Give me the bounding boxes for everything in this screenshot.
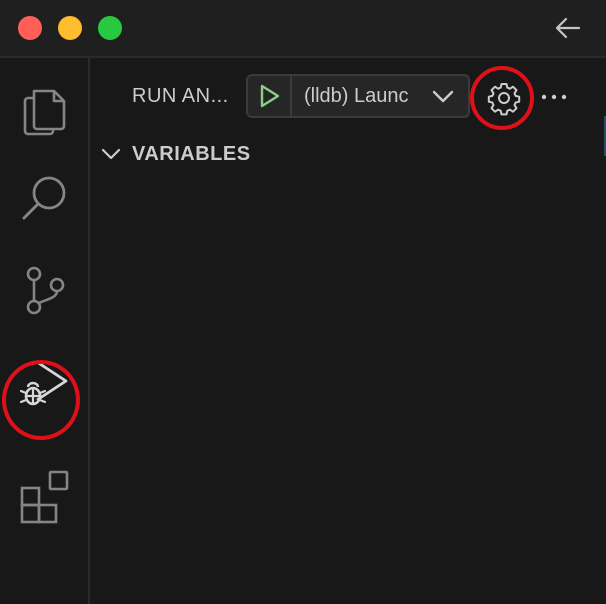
zoom-window-button[interactable] (98, 16, 122, 40)
vscode-window: RUN AN... (lldb) Launc VARIABLES (0, 0, 606, 604)
source-control-icon[interactable] (15, 258, 75, 318)
search-icon[interactable] (15, 168, 75, 228)
ellipsis-icon[interactable] (538, 84, 570, 110)
variables-section-title: VARIABLES (132, 143, 251, 165)
arrow-left-icon[interactable] (552, 12, 584, 44)
close-window-button[interactable] (18, 16, 42, 40)
chevron-down-icon[interactable] (432, 88, 454, 109)
files-icon[interactable] (15, 78, 75, 138)
sidebar-title: RUN AN... (132, 85, 229, 107)
run-and-debug-sidebar: RUN AN... (lldb) Launc VARIABLES (90, 58, 606, 604)
activity-bar (0, 58, 90, 604)
minimize-window-button[interactable] (58, 16, 82, 40)
launch-configuration-dropdown[interactable]: (lldb) Launc (246, 74, 470, 118)
launch-config-label[interactable]: (lldb) Launc (304, 85, 409, 108)
gear-icon[interactable] (486, 80, 522, 116)
start-debugging-button[interactable] (248, 76, 292, 116)
debug-alt-icon[interactable] (15, 354, 75, 414)
chevron-down-icon[interactable] (100, 144, 122, 169)
variables-section-header[interactable]: VARIABLES (100, 140, 400, 170)
extensions-icon[interactable] (15, 464, 75, 524)
title-bar (0, 0, 606, 58)
